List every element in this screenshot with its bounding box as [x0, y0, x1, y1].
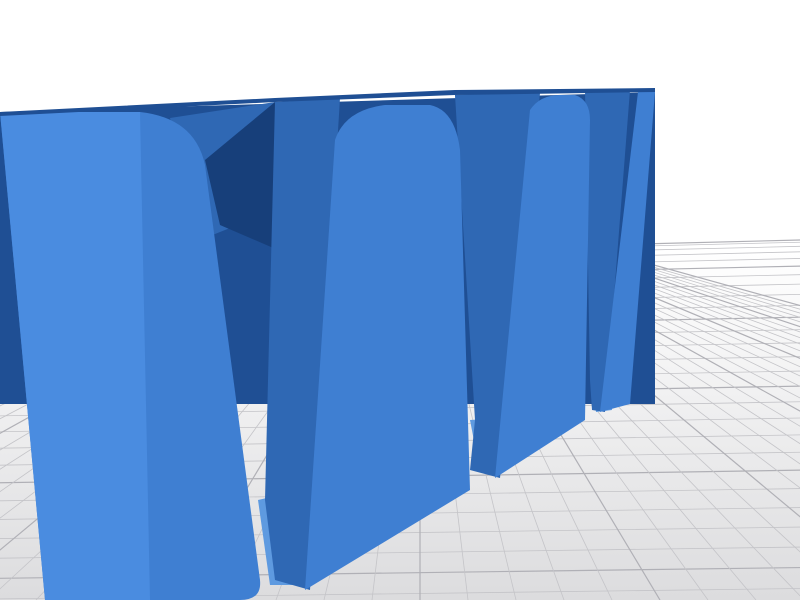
- render-svg: [0, 0, 800, 600]
- render-viewport: [0, 0, 800, 600]
